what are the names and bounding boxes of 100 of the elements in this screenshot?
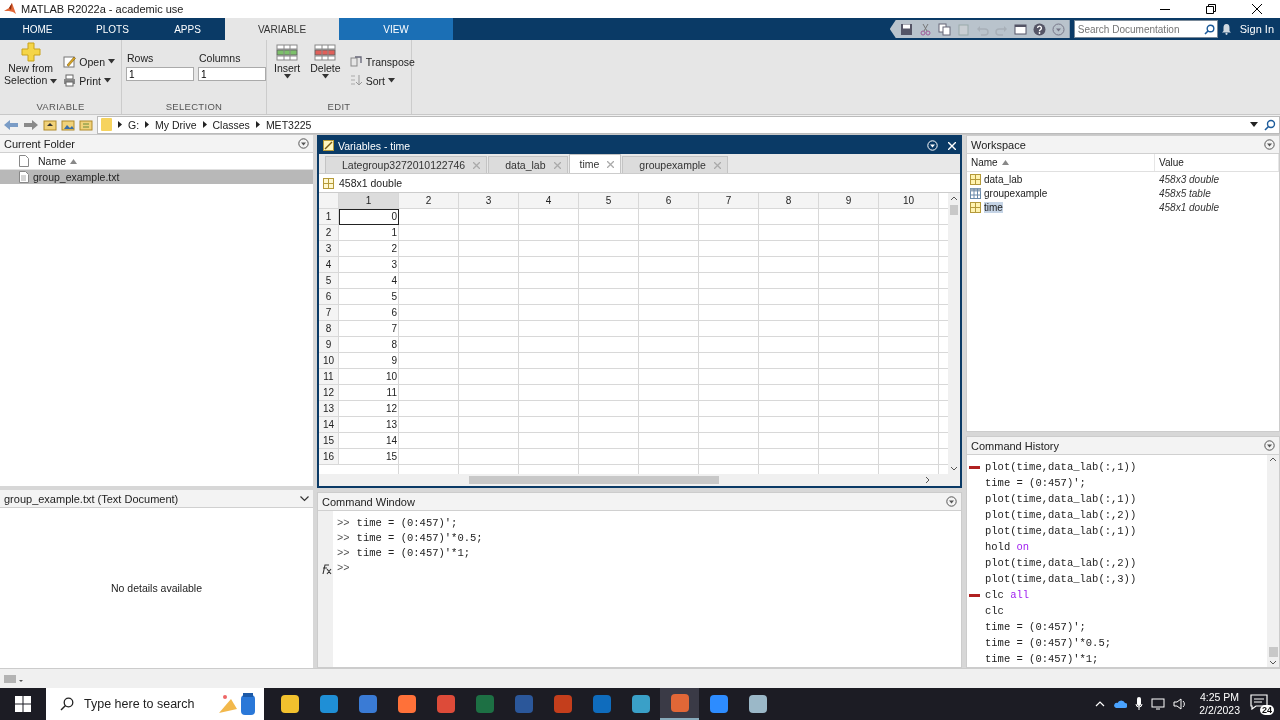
chevron-down-icon[interactable] xyxy=(300,495,309,502)
panel-menu-icon[interactable] xyxy=(298,138,309,149)
columns-field[interactable]: 1 xyxy=(198,67,266,81)
sort-button[interactable]: Sort xyxy=(347,71,417,90)
table-cell[interactable]: 15 xyxy=(339,449,399,465)
row-header[interactable]: 4 xyxy=(319,257,339,273)
vertical-scrollbar[interactable] xyxy=(1267,455,1279,667)
ribbon-tab[interactable]: HOME xyxy=(0,18,75,40)
row-header[interactable]: 9 xyxy=(319,337,339,353)
column-header[interactable]: Name xyxy=(971,157,998,168)
scroll-right-icon[interactable] xyxy=(925,476,930,484)
table-cell[interactable]: 5 xyxy=(339,289,399,305)
cloud-icon[interactable] xyxy=(1113,699,1128,709)
windows-icon[interactable] xyxy=(1013,22,1027,36)
row-header[interactable]: 1 xyxy=(319,209,339,225)
history-entry[interactable]: clc all xyxy=(985,589,1030,601)
row-header[interactable]: 6 xyxy=(319,289,339,305)
row-header[interactable]: 13 xyxy=(319,401,339,417)
scroll-down-icon[interactable] xyxy=(950,466,958,471)
table-cell[interactable]: 9 xyxy=(339,353,399,369)
horizontal-scrollbar[interactable] xyxy=(319,474,948,486)
table-cell[interactable]: 8 xyxy=(339,337,399,353)
delete-button[interactable]: Delete xyxy=(307,42,344,81)
table-cell[interactable]: 10 xyxy=(339,369,399,385)
column-header[interactable]: Value xyxy=(1155,154,1279,171)
network-icon[interactable] xyxy=(1151,698,1166,710)
scroll-thumb[interactable] xyxy=(1268,647,1278,657)
history-entry[interactable]: plot(time,data_lab(:,1)) xyxy=(985,525,1137,537)
table-cell[interactable]: 6 xyxy=(339,305,399,321)
column-header[interactable]: 9 xyxy=(819,193,879,209)
scroll-up-icon[interactable] xyxy=(950,196,958,201)
variable-name[interactable]: time xyxy=(984,201,1003,213)
breadcrumb-item[interactable]: My Drive xyxy=(155,118,197,131)
history-entry[interactable]: time = (0:457)'; xyxy=(985,621,1086,633)
history-entry[interactable]: clc xyxy=(985,605,1004,617)
row-header[interactable]: 7 xyxy=(319,305,339,321)
taskbar-app-icon[interactable] xyxy=(660,688,699,720)
print-button[interactable]: Print xyxy=(61,71,117,90)
row-header[interactable]: 5 xyxy=(319,273,339,289)
history-entry[interactable]: plot(time,data_lab(:,2)) xyxy=(985,509,1137,521)
speaker-icon[interactable] xyxy=(1173,698,1188,710)
vertical-scrollbar[interactable] xyxy=(948,193,960,474)
column-header[interactable]: 4 xyxy=(519,193,579,209)
dropdown-arrow-icon[interactable] xyxy=(1250,122,1258,127)
panel-menu-icon[interactable] xyxy=(946,496,957,507)
column-header[interactable]: 7 xyxy=(699,193,759,209)
document-tab[interactable]: data_lab xyxy=(488,156,568,173)
row-header[interactable]: 11 xyxy=(319,369,339,385)
windows-start-icon[interactable] xyxy=(15,696,31,712)
breadcrumb-item[interactable]: MET3225 xyxy=(265,118,312,131)
row-header[interactable]: 10 xyxy=(319,353,339,369)
history-entry[interactable]: plot(time,data_lab(:,1)) xyxy=(985,461,1137,473)
copy-icon[interactable] xyxy=(937,22,951,36)
function-browser-icon[interactable] xyxy=(319,563,332,575)
table-cell[interactable]: 3 xyxy=(339,257,399,273)
table-cell[interactable]: 12 xyxy=(339,401,399,417)
scroll-down-icon[interactable] xyxy=(1269,660,1277,665)
file-row[interactable]: group_example.txt xyxy=(0,170,313,184)
table-cell[interactable]: 2 xyxy=(339,241,399,257)
column-header[interactable]: 1 xyxy=(339,193,399,209)
column-header[interactable]: 8 xyxy=(759,193,819,209)
column-header[interactable]: 10 xyxy=(879,193,939,209)
scroll-thumb[interactable] xyxy=(469,476,719,484)
row-header[interactable]: 15 xyxy=(319,433,339,449)
table-cell[interactable]: 13 xyxy=(339,417,399,433)
row-header[interactable]: 2 xyxy=(319,225,339,241)
up-folder-icon[interactable] xyxy=(43,118,57,131)
variable-name[interactable]: data_lab xyxy=(984,173,1023,185)
scroll-up-icon[interactable] xyxy=(1269,457,1277,462)
new-from-selection-button[interactable]: New from Selection xyxy=(4,42,58,86)
column-header[interactable]: 6 xyxy=(639,193,699,209)
close-icon[interactable] xyxy=(1252,4,1262,14)
bell-icon[interactable] xyxy=(1220,23,1232,35)
table-cell[interactable]: 14 xyxy=(339,433,399,449)
ribbon-tab[interactable]: VIEW xyxy=(339,18,453,40)
table-cell[interactable]: 11 xyxy=(339,385,399,401)
scroll-thumb[interactable] xyxy=(950,205,958,215)
path-field[interactable]: G: My Drive Classes MET3225 xyxy=(97,115,1280,134)
search-icon[interactable] xyxy=(1264,118,1276,131)
search-field[interactable]: Search Documentation xyxy=(1073,20,1218,38)
ribbon-tab[interactable]: PLOTS xyxy=(75,18,150,40)
breadcrumb-item[interactable]: Classes xyxy=(212,118,250,131)
transpose-button[interactable]: Transpose xyxy=(347,52,417,71)
history-entry[interactable]: plot(time,data_lab(:,1)) xyxy=(985,493,1137,505)
table-cell[interactable]: 1 xyxy=(339,225,399,241)
ribbon-tab[interactable]: VARIABLE xyxy=(225,18,339,40)
breadcrumb-item[interactable]: G: xyxy=(128,118,140,131)
history-entry[interactable]: plot(time,data_lab(:,2)) xyxy=(985,557,1137,569)
sign-in-link[interactable]: Sign In xyxy=(1231,18,1280,40)
history-entry[interactable]: plot(time,data_lab(:,3)) xyxy=(985,573,1137,585)
document-tab[interactable]: Lategroup3272010122746 xyxy=(325,156,488,173)
ribbon-tab[interactable]: APPS xyxy=(150,18,225,40)
document-tab[interactable]: time xyxy=(568,154,622,173)
column-header[interactable]: 5 xyxy=(579,193,639,209)
variable-name[interactable]: groupexample xyxy=(984,187,1048,199)
row-header[interactable]: 8 xyxy=(319,321,339,337)
table-cell[interactable]: 4 xyxy=(339,273,399,289)
browse-folder-icon[interactable] xyxy=(61,118,75,131)
clock[interactable]: 4:25 PM 2/2/2023 xyxy=(1199,691,1240,717)
row-header[interactable]: 12 xyxy=(319,385,339,401)
